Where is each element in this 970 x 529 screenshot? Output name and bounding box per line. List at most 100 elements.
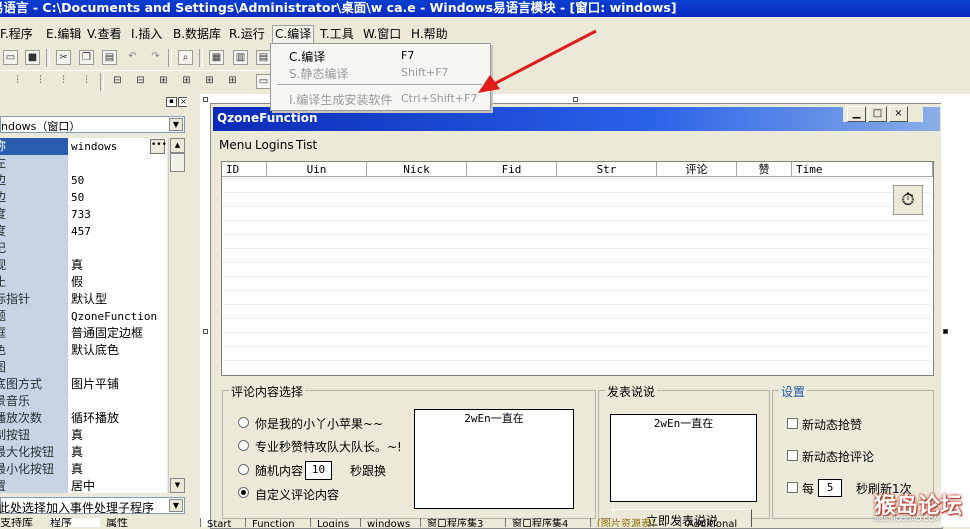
same-width-icon[interactable]: ⊟ bbox=[110, 74, 125, 89]
property-row[interactable]: 称 windows bbox=[0, 138, 167, 156]
panel-restore-icon[interactable]: ▪ bbox=[166, 97, 177, 107]
column-header[interactable]: Fid bbox=[467, 162, 557, 177]
align-right-icon[interactable]: ⫶ bbox=[56, 74, 71, 89]
bottom-tab[interactable]: Start bbox=[200, 518, 237, 527]
menu-database[interactable]: B.数据库 bbox=[173, 26, 221, 43]
property-row[interactable]: 题 QzoneFunction bbox=[0, 308, 167, 326]
property-row[interactable]: 最小化按钮真 bbox=[0, 461, 167, 479]
scroll-down-icon[interactable]: ▼ bbox=[170, 478, 185, 493]
property-value[interactable]: 默认底色 bbox=[69, 342, 167, 359]
checkbox-refresh[interactable] bbox=[787, 482, 798, 493]
undo-icon[interactable]: ↶ bbox=[125, 50, 140, 65]
menu-run[interactable]: R.运行 bbox=[229, 26, 265, 43]
menu-view[interactable]: V.查看 bbox=[87, 26, 121, 43]
property-value[interactable]: 循环播放 bbox=[69, 410, 167, 427]
property-value[interactable]: 图片平铺 bbox=[69, 376, 167, 393]
radio-option-1[interactable] bbox=[238, 417, 249, 428]
property-value[interactable] bbox=[69, 240, 167, 257]
scroll-thumb[interactable] bbox=[170, 153, 185, 172]
property-scrollbar[interactable]: ▲ ▼ bbox=[168, 138, 185, 493]
resize-handle[interactable] bbox=[943, 329, 948, 334]
menu-item-compile[interactable]: C.编译 bbox=[289, 48, 325, 65]
property-value[interactable]: 50 bbox=[69, 189, 167, 206]
property-value[interactable] bbox=[69, 155, 167, 172]
column-header[interactable]: 赞 bbox=[737, 162, 792, 177]
column-header[interactable]: 评论 bbox=[657, 162, 737, 177]
layout-icon[interactable]: ▦ bbox=[209, 50, 224, 65]
column-header[interactable]: Str bbox=[557, 162, 657, 177]
random-interval-input[interactable]: 10 bbox=[305, 461, 332, 480]
property-value[interactable]: 居中 bbox=[69, 478, 167, 493]
align-top-icon[interactable]: ⫶ bbox=[79, 74, 94, 89]
menu-help[interactable]: H.帮助 bbox=[411, 26, 448, 43]
property-row[interactable]: 图 bbox=[0, 359, 167, 377]
property-value[interactable]: 733 bbox=[69, 206, 167, 223]
bottom-tab[interactable]: 窗口程序集4 bbox=[505, 518, 574, 527]
column-header[interactable]: Nick bbox=[367, 162, 467, 177]
property-value[interactable]: 457 bbox=[69, 223, 167, 240]
property-value[interactable]: 假 bbox=[69, 274, 167, 291]
same-height-icon[interactable]: ⊟ bbox=[133, 74, 148, 89]
bottom-tab[interactable]: Logins bbox=[310, 518, 355, 527]
property-value[interactable]: 真 bbox=[69, 444, 167, 461]
bottom-tab[interactable]: Additional bbox=[680, 518, 743, 527]
bottom-tab[interactable]: 窗口程序集3 bbox=[420, 518, 489, 527]
space-icon[interactable]: ⊞ bbox=[179, 74, 194, 89]
property-row[interactable]: 景音乐 bbox=[0, 393, 167, 411]
cut-icon[interactable]: ✂ bbox=[56, 50, 71, 65]
object-selector[interactable]: ndows（窗口） ▼ bbox=[0, 116, 185, 133]
property-value[interactable]: 普通固定边框 bbox=[69, 325, 167, 342]
property-row[interactable]: 度 457 bbox=[0, 223, 167, 241]
menu-window[interactable]: W.窗口 bbox=[363, 26, 401, 43]
align-left-icon[interactable]: ⫶ bbox=[10, 74, 25, 89]
bottom-tab[interactable]: windows bbox=[360, 518, 416, 527]
menu-edit[interactable]: E.编辑 bbox=[46, 26, 81, 43]
data-grid[interactable]: ID Uin Nick Fid Str 评论赞 Time ⏱ bbox=[221, 161, 934, 376]
bottom-tab[interactable]: Function bbox=[245, 518, 301, 527]
layout-icon[interactable]: ▥ bbox=[233, 50, 248, 65]
property-value[interactable]: QzoneFunction bbox=[69, 308, 167, 325]
property-row[interactable]: 底图方式 图片平铺 bbox=[0, 376, 167, 394]
column-header[interactable]: ID bbox=[222, 162, 267, 177]
property-row[interactable]: 色 默认底色 bbox=[0, 342, 167, 360]
splitter[interactable] bbox=[187, 94, 200, 527]
paste-icon[interactable]: ▤ bbox=[102, 50, 117, 65]
property-row[interactable]: 制按钮 真 bbox=[0, 427, 167, 445]
menu-compile[interactable]: C.编译 bbox=[272, 25, 315, 44]
resize-handle[interactable] bbox=[203, 329, 208, 334]
column-header[interactable]: Time bbox=[792, 162, 933, 177]
space-icon[interactable]: ⊞ bbox=[202, 74, 217, 89]
comment-textbox[interactable]: 2wEn一直在 bbox=[414, 409, 574, 509]
align-center-icon[interactable]: ⫶ bbox=[33, 74, 48, 89]
find-icon[interactable]: ⌕ bbox=[178, 50, 193, 65]
form-menu-menu[interactable]: Menu bbox=[219, 138, 252, 152]
property-row[interactable]: 置 居中 bbox=[0, 478, 167, 493]
post-textbox[interactable]: 2wEn一直在 bbox=[610, 414, 757, 502]
menu-tools[interactable]: T.工具 bbox=[320, 26, 354, 43]
menu-insert[interactable]: I.插入 bbox=[131, 26, 162, 43]
property-value[interactable]: 默认型 bbox=[69, 291, 167, 308]
property-value[interactable]: 真 bbox=[69, 427, 167, 444]
property-value[interactable] bbox=[69, 393, 167, 410]
property-row[interactable]: 记 bbox=[0, 240, 167, 258]
ellipsis-button[interactable]: ••• bbox=[150, 139, 167, 154]
bottom-tab[interactable]: [图片资源表] bbox=[590, 518, 661, 527]
chevron-down-icon[interactable]: ▼ bbox=[169, 499, 183, 512]
property-row[interactable]: 边 50 bbox=[0, 172, 167, 190]
property-row[interactable]: 标指针 默认型 bbox=[0, 291, 167, 309]
property-value[interactable] bbox=[69, 359, 167, 376]
property-value[interactable]: 真 bbox=[69, 461, 167, 478]
resize-handle[interactable] bbox=[203, 97, 208, 102]
space-icon[interactable]: ⊞ bbox=[225, 74, 240, 89]
radio-option-2[interactable] bbox=[238, 440, 249, 451]
property-row[interactable]: 度 733 bbox=[0, 206, 167, 224]
property-row[interactable]: 边 50 bbox=[0, 189, 167, 207]
property-row[interactable]: 最大化按钮真 bbox=[0, 444, 167, 462]
form-menu-logins[interactable]: Logins bbox=[255, 138, 294, 152]
column-header[interactable]: Uin bbox=[267, 162, 367, 177]
maximize-icon[interactable]: □ bbox=[868, 106, 887, 122]
scroll-up-icon[interactable]: ▲ bbox=[170, 138, 185, 153]
refresh-interval-input[interactable]: 5 bbox=[818, 479, 842, 497]
menu-item-static-compile[interactable]: S.静态编译 bbox=[289, 65, 348, 82]
close-icon[interactable]: × bbox=[889, 106, 908, 122]
